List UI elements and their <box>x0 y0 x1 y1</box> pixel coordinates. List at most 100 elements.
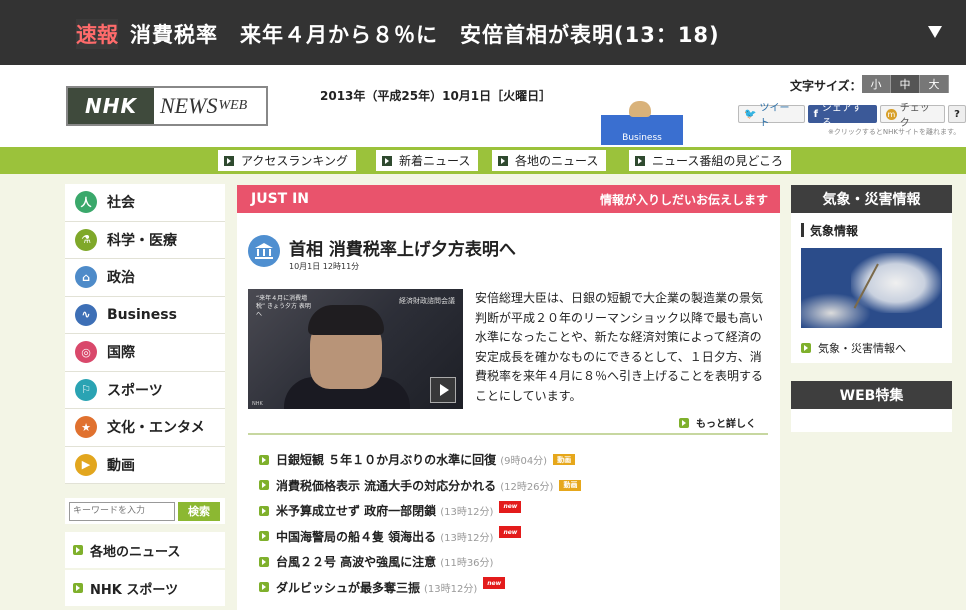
news-list-item[interactable]: ダルビッシュが最多奪三振 (13時12分) new <box>259 575 581 601</box>
sidebar-category-item[interactable]: ∿ Business <box>65 296 225 334</box>
web-feature-panel <box>791 409 952 432</box>
social-buttons: 🐦 ツイート f シェアする m チェック ? <box>738 103 966 129</box>
breaking-message[interactable]: 消費税率 来年４月から８％に 安倍首相が表明(13：18) <box>130 19 720 49</box>
twitter-bird-icon: 🐦 <box>744 108 757 120</box>
news-title: 中国海警局の船４隻 領海出る <box>276 529 437 544</box>
arrow-bullet-icon <box>259 556 269 567</box>
sidebar-category-item[interactable]: ⚐ スポーツ <box>65 371 225 409</box>
sidebar-category-label: 政治 <box>107 270 135 287</box>
weather-info-heading: 気象情報 <box>801 223 858 238</box>
news-list: 日銀短観 ５年１０か月ぶりの水準に回復 (9時04分) 動画 消費税価格表示 流通大手… <box>259 447 582 601</box>
sidebar-category-label: 文化・エンタメ <box>107 420 205 437</box>
facebook-share-button[interactable]: f シェアする <box>807 103 877 129</box>
facebook-icon: f <box>813 108 818 120</box>
people-icon: 人 <box>75 191 97 214</box>
article-video[interactable]: “来年４月に消費増税” きょう夕方 表明へ 経済財政諮問会議 NHK <box>248 289 463 409</box>
news-list-item[interactable]: 中国海警局の船４隻 領海出る (13時12分) new <box>259 524 581 550</box>
star-icon: ★ <box>75 416 97 439</box>
building-icon: ⌂ <box>75 266 97 289</box>
mascot-icon <box>629 101 651 117</box>
arrow-bullet-icon <box>73 583 83 593</box>
weather-disaster-header[interactable]: 気象・災害情報 <box>791 185 952 213</box>
news-time: (13時12分) <box>440 532 494 544</box>
mascot-label: Business <box>622 133 662 143</box>
article-headline[interactable]: 首相 消費税率上げ夕方表明へ <box>289 235 516 260</box>
sidebar-category-item[interactable]: ◎ 国際 <box>65 334 225 372</box>
news-time: (9時04分) <box>500 456 548 468</box>
article-divider <box>248 433 768 435</box>
news-title: 日銀短観 ５年１０か月ぶりの水準に回復 <box>276 453 497 468</box>
news-list-item[interactable]: 台風２２号 高波や強風に注意 (11時36分) <box>259 549 581 575</box>
arrow-bullet-icon <box>224 155 234 166</box>
video-play-icon[interactable] <box>430 377 456 403</box>
mixi-icon: m <box>885 108 897 120</box>
video-badge: 動画 <box>553 454 576 466</box>
news-time: (13時12分) <box>440 507 494 519</box>
keyword-search-input[interactable] <box>69 501 175 521</box>
arrow-bullet-icon <box>801 343 811 353</box>
sidebar-category-label: 科学・医療 <box>107 232 177 249</box>
news-time: (11時36分) <box>440 558 494 570</box>
news-list-item[interactable]: 消費税価格表示 流通大手の対応分かれる (12時26分) 動画 <box>259 473 582 499</box>
logo-newsweb: NEWS WEB <box>154 88 266 124</box>
arrow-bullet-icon <box>259 454 269 465</box>
runner-icon: ⚐ <box>75 378 97 401</box>
play-icon: ▶ <box>75 453 97 476</box>
logo-news: NEWS <box>160 93 218 118</box>
arrow-bullet-icon <box>259 582 269 593</box>
news-list-item[interactable]: 日銀短観 ５年１０か月ぶりの水準に回復 (9時04分) 動画 <box>259 447 581 473</box>
flask-icon: ⚗ <box>75 228 97 251</box>
sidebar-link-nhk-sports[interactable]: NHK スポーツ <box>65 570 225 606</box>
video-sign: 経済財政諮問会議 <box>399 297 455 305</box>
sidebar-category-label: Business <box>107 306 177 323</box>
article-timestamp: 10月1日 12時11分 <box>289 262 360 271</box>
sidebar-category-item[interactable]: 人社会 <box>65 184 225 222</box>
business-mascot-banner[interactable]: Business <box>601 101 683 145</box>
just-in-label: JUST IN <box>251 191 310 207</box>
sidebar-category-label: 動画 <box>107 457 135 474</box>
expand-arrow-icon[interactable] <box>928 26 942 38</box>
breaking-news-bar[interactable]: 速報 消費税率 来年４月から８％に 安倍首相が表明(13：18) <box>0 0 966 65</box>
green-nav-bar: アクセスランキング 新着ニュース 各地のニュース ニュース番組の見どころ <box>0 147 966 174</box>
tweet-button[interactable]: 🐦 ツイート <box>738 103 805 129</box>
news-title: 台風２２号 高波や強風に注意 <box>276 555 437 570</box>
mixi-check-button[interactable]: m チェック <box>879 103 946 129</box>
more-details-link[interactable]: もっと詳しく <box>679 415 756 430</box>
video-caption: “来年４月に消費増税” きょう夕方 表明へ <box>256 295 311 318</box>
news-time: (13時12分) <box>424 583 478 595</box>
chart-icon: ∿ <box>75 303 97 326</box>
sidebar-link-regional-news[interactable]: 各地のニュース <box>65 532 225 568</box>
site-header: NHK NEWS WEB 2013年（平成25年）10月1日［火曜日］ Busi… <box>0 65 966 147</box>
nhk-news-web-logo[interactable]: NHK NEWS WEB <box>66 86 268 126</box>
sidebar-category-label: 社会 <box>107 195 135 212</box>
web-feature-header[interactable]: WEB特集 <box>791 381 952 409</box>
video-badge: 動画 <box>559 479 582 491</box>
help-button[interactable]: ? <box>948 105 966 123</box>
sidebar-category-item[interactable]: ⚗ 科学・医療 <box>65 221 225 259</box>
arrow-bullet-icon <box>498 155 508 166</box>
sidebar-category-item[interactable]: ★ 文化・エンタメ <box>65 409 225 447</box>
article-body: 安倍総理大臣は、日銀の短観で大企業の製造業の景気判断が平成２０年のリーマンショッ… <box>475 291 764 403</box>
nav-regional-news[interactable]: 各地のニュース <box>492 150 607 171</box>
arrow-bullet-icon <box>382 155 392 166</box>
nav-program-highlights[interactable]: ニュース番組の見どころ <box>629 150 792 171</box>
arrow-bullet-icon <box>259 531 269 542</box>
video-figure-hair <box>308 305 384 335</box>
arrow-bullet-icon <box>679 417 689 428</box>
nav-latest-news[interactable]: 新着ニュース <box>376 150 479 171</box>
font-size-small-button[interactable]: 小 <box>862 75 891 93</box>
nav-access-ranking[interactable]: アクセスランキング <box>218 150 357 171</box>
weather-disaster-link[interactable]: 気象・災害情報へ <box>801 340 906 356</box>
font-size-large-button[interactable]: 大 <box>920 75 949 93</box>
new-badge: new <box>499 500 522 513</box>
sidebar-category-item[interactable]: ⌂ 政治 <box>65 259 225 297</box>
just-in-tagline: 情報が入りしだいお伝えします <box>599 192 768 207</box>
sidebar-category-item[interactable]: ▶ 動画 <box>65 446 225 484</box>
search-button[interactable]: 検索 <box>178 501 220 521</box>
logo-web: WEB <box>218 98 248 113</box>
news-list-item[interactable]: 米予算成立せず 政府一部閉鎖 (13時12分) new <box>259 498 581 524</box>
satellite-weather-map[interactable] <box>801 248 942 328</box>
font-size-medium-button[interactable]: 中 <box>891 75 920 93</box>
breaking-tag: 速報 <box>76 19 118 49</box>
news-title: ダルビッシュが最多奪三振 <box>276 580 421 595</box>
